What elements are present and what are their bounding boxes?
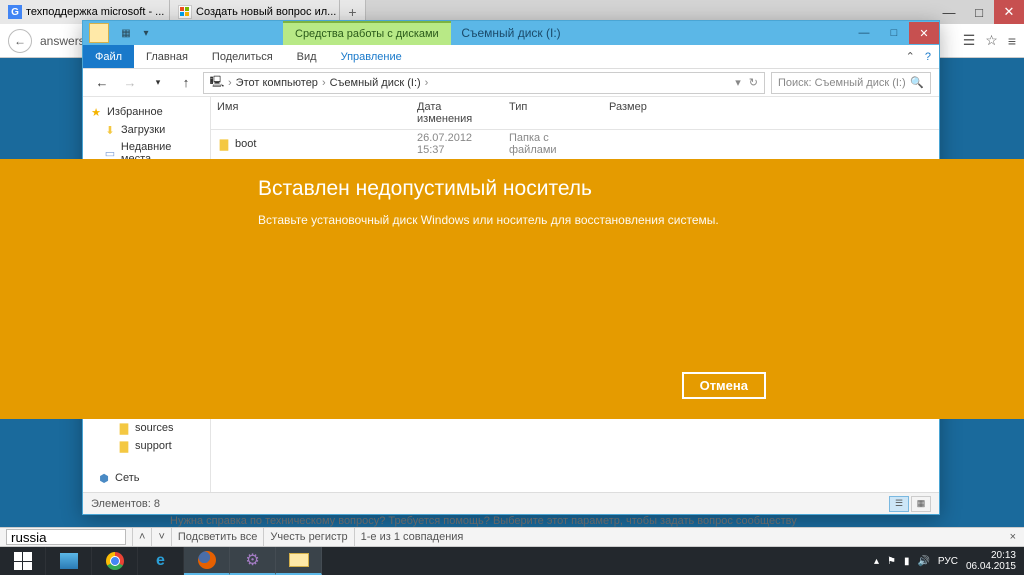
match-case-toggle[interactable]: Учесть регистр [264, 528, 354, 546]
ribbon-tab-home[interactable]: Главная [134, 45, 200, 68]
tray-expand-icon[interactable]: ▴ [874, 556, 879, 567]
taskbar-item-metro[interactable] [46, 547, 92, 575]
computer-icon: 🖳 [210, 76, 224, 90]
tray-language[interactable]: РУС [938, 556, 958, 567]
sidebar-item-support[interactable]: ▇support [83, 437, 211, 455]
folder-icon [289, 553, 309, 567]
folder-icon: ▇ [117, 421, 131, 435]
cancel-button[interactable]: Отмена [682, 372, 766, 399]
col-name[interactable]: Имя [211, 101, 411, 125]
windows-logo-icon [14, 552, 32, 570]
find-prev-button[interactable]: ˄ [133, 528, 152, 546]
recent-icon: ▭ [103, 146, 117, 160]
address-bar[interactable]: answers. [40, 34, 88, 48]
tray-network-icon[interactable]: ▮ [904, 556, 910, 567]
nav-back-button[interactable]: ← [91, 72, 113, 94]
chrome-icon [106, 552, 124, 570]
col-type[interactable]: Тип [503, 101, 603, 125]
folder-icon: ▇ [217, 137, 231, 151]
ribbon-tab-manage[interactable]: Управление [329, 45, 414, 68]
menu-icon[interactable]: ≡ [1008, 33, 1016, 49]
ribbon-expand-icon[interactable]: ⌃ [906, 50, 915, 63]
tray-clock[interactable]: 20:13 06.04.2015 [966, 550, 1016, 572]
gear-icon: ⚙ [245, 550, 259, 570]
back-button[interactable]: ← [8, 29, 32, 53]
search-input[interactable]: Поиск: Съемный диск (I:) 🔍 [771, 72, 931, 94]
tray-volume-icon[interactable]: 🔊 [917, 556, 929, 567]
sidebar-item-downloads[interactable]: ⬇Загрузки [83, 121, 210, 139]
breadcrumb-dropdown-icon[interactable]: ▾ [735, 76, 741, 89]
taskbar-item-settings[interactable]: ⚙ [230, 547, 276, 575]
match-count: 1-е из 1 совпадения [355, 528, 470, 546]
explorer-minimize-button[interactable]: — [849, 22, 879, 44]
sidebar-item-sources[interactable]: ▇sources [83, 419, 211, 437]
modal-overlay: Вставлен недопустимый носитель Вставьте … [0, 159, 1024, 419]
close-button[interactable]: ✕ [994, 0, 1024, 24]
bookmark-star-icon[interactable]: ☆ [985, 32, 998, 49]
find-close-button[interactable]: × [1002, 531, 1024, 543]
window-title: Съемный диск (I:) [461, 26, 560, 40]
find-next-button[interactable]: ˅ [152, 528, 171, 546]
taskbar-item-ie[interactable]: e [138, 547, 184, 575]
taskbar-item-chrome[interactable] [92, 547, 138, 575]
ribbon-tab-share[interactable]: Поделиться [200, 45, 285, 68]
column-headers[interactable]: Имя Дата изменения Тип Размер [211, 97, 939, 130]
contextual-tab-disk-tools[interactable]: Средства работы с дисками [283, 21, 451, 45]
breadcrumb[interactable]: 🖳 › Этот компьютер › Съемный диск (I:) ›… [203, 72, 765, 94]
taskbar-item-firefox[interactable] [184, 547, 230, 575]
ribbon-tab-view[interactable]: Вид [285, 45, 329, 68]
downloads-icon: ⬇ [103, 123, 117, 137]
search-placeholder: Поиск: Съемный диск (I:) [778, 77, 906, 89]
help-icon[interactable]: ? [925, 51, 931, 63]
item-count: Элементов: 8 [91, 498, 160, 510]
modal-title: Вставлен недопустимый носитель [258, 177, 1024, 201]
table-row[interactable]: ▇boot 26.07.2012 15:37 Папка с файлами [211, 130, 939, 158]
ql-newfolder-icon[interactable]: ▾ [137, 24, 155, 42]
drive-icon [89, 23, 109, 43]
nav-up-button[interactable]: ↑ [175, 72, 197, 94]
modal-message: Вставьте установочный диск Windows или н… [258, 213, 1024, 227]
ms-favicon-icon [178, 5, 192, 19]
view-details-button[interactable]: ☰ [889, 496, 909, 512]
explorer-maximize-button[interactable]: □ [879, 22, 909, 44]
explorer-close-button[interactable]: ✕ [909, 22, 939, 44]
metro-icon [60, 553, 78, 569]
start-button[interactable] [0, 547, 46, 575]
nav-history-button[interactable]: ▾ [147, 72, 169, 94]
col-size[interactable]: Размер [603, 101, 663, 125]
page-hint-text: Нужна справка по техническому вопросу? Т… [170, 515, 797, 527]
browser-tab-label: техподдержка microsoft - ... [26, 6, 164, 18]
status-bar: Элементов: 8 ☰ ▦ [83, 492, 939, 514]
ie-icon: e [156, 552, 165, 570]
highlight-all-toggle[interactable]: Подсветить все [172, 528, 265, 546]
taskbar: e ⚙ ▴ ⚑ ▮ 🔊 РУС 20:13 06.04.2015 [0, 547, 1024, 575]
firefox-icon [198, 551, 216, 569]
taskbar-item-explorer[interactable] [276, 547, 322, 575]
tray-action-center-icon[interactable]: ⚑ [887, 556, 896, 567]
refresh-icon[interactable]: ↻ [749, 76, 758, 89]
browser-tab-label: Создать новый вопрос ил... [196, 6, 336, 18]
find-bar: ˄ ˅ Подсветить все Учесть регистр 1-е из… [0, 527, 1024, 547]
col-date[interactable]: Дата изменения [411, 101, 503, 125]
star-icon: ★ [89, 105, 103, 119]
view-icons-button[interactable]: ▦ [911, 496, 931, 512]
sidebar-group-network[interactable]: ⬢Сеть [83, 469, 211, 487]
network-icon: ⬢ [97, 471, 111, 485]
ribbon-tab-file[interactable]: Файл [83, 45, 134, 68]
find-input[interactable] [6, 529, 126, 545]
breadcrumb-pc[interactable]: Этот компьютер [236, 77, 318, 89]
nav-forward-button[interactable]: → [119, 72, 141, 94]
google-favicon-icon: G [8, 5, 22, 19]
breadcrumb-drive[interactable]: Съемный диск (I:) [330, 77, 421, 89]
search-icon: 🔍 [910, 76, 924, 89]
folder-icon: ▇ [117, 439, 131, 453]
maximize-button[interactable]: □ [964, 0, 994, 24]
ql-properties-icon[interactable]: ▦ [117, 24, 135, 42]
explorer-titlebar[interactable]: ▦ ▾ Средства работы с дисками Съемный ди… [83, 21, 939, 45]
reader-icon[interactable]: ☰ [963, 32, 976, 49]
sidebar-group-favorites[interactable]: ★Избранное [83, 103, 210, 121]
